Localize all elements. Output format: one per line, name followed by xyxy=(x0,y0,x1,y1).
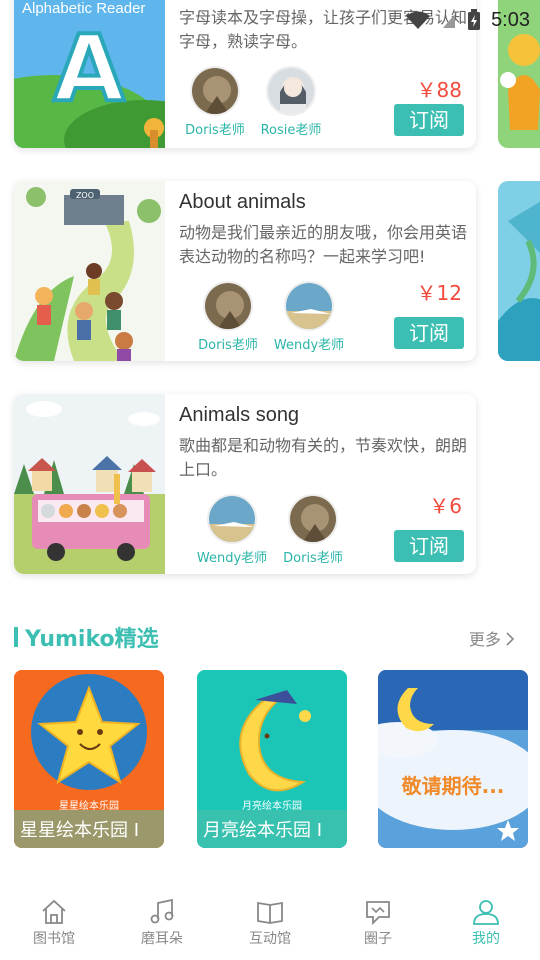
subscribe-button[interactable]: 订阅 xyxy=(394,104,464,136)
music-icon xyxy=(150,898,174,924)
svg-text:ZOO: ZOO xyxy=(76,191,94,200)
teacher-item[interactable]: Wendy老师 xyxy=(269,281,349,353)
course-thumbnail-zoo: ZOO xyxy=(14,181,165,361)
course-price: ￥12 xyxy=(416,281,462,305)
teacher-item[interactable]: Doris老师 xyxy=(188,281,268,353)
teacher-item[interactable]: Doris老师 xyxy=(175,66,255,138)
tab-listening[interactable]: 磨耳朵 xyxy=(108,892,216,960)
pick-caption: 星星绘本乐园 I xyxy=(14,810,164,848)
tab-label: 圈子 xyxy=(364,931,392,947)
pick-card-coming-soon[interactable]: 敬请期待... xyxy=(378,670,528,848)
wifi-icon xyxy=(406,11,431,29)
tab-label: 我的 xyxy=(472,931,500,947)
course-thumbnail-bus xyxy=(14,394,165,574)
teacher-item[interactable]: Wendy老师 xyxy=(192,494,272,566)
tab-circle[interactable]: 圈子 xyxy=(324,892,432,960)
course-price: ￥6 xyxy=(429,494,462,518)
course-description: 歌曲都是和动物有关的，节奏欢快，朗朗上口。 xyxy=(179,436,468,479)
avatar xyxy=(284,281,334,331)
section-accent-bar xyxy=(14,627,18,647)
svg-text:A: A xyxy=(53,15,124,122)
teacher-name: Wendy老师 xyxy=(196,551,268,566)
course-title: About animals xyxy=(179,191,306,213)
tab-library[interactable]: 图书馆 xyxy=(0,892,108,960)
status-time: 5:03 xyxy=(491,8,530,31)
avatar xyxy=(288,494,338,544)
thumb-title: Alphabetic Reader xyxy=(22,0,146,17)
chat-icon xyxy=(366,901,390,926)
more-label: 更多 xyxy=(468,630,501,649)
pick-card-star[interactable]: 星星绘本乐园 星星绘本乐园 I xyxy=(14,670,164,848)
tab-label: 互动馆 xyxy=(249,931,291,947)
screen: 5:03 A Alphabetic Reader 字母读本及字母操，让孩子们更容… xyxy=(0,0,540,960)
teacher-name: Rosie老师 xyxy=(260,123,322,138)
pick-banner: 敬请期待... xyxy=(401,774,505,798)
course-card[interactable]: Animals song 歌曲都是和动物有关的，节奏欢快，朗朗上口。 Wendy… xyxy=(14,394,476,574)
tab-interactive[interactable]: 互动馆 xyxy=(216,892,324,960)
signal-icon xyxy=(443,14,456,28)
section-title: Yumiko精选 xyxy=(25,627,159,652)
avatar xyxy=(190,66,240,116)
chevron-right-icon xyxy=(506,632,515,646)
avatar xyxy=(207,494,257,544)
course-description: 动物是我们最亲近的朋友哦，你会用英语表达动物的名称吗？一起来学习吧! xyxy=(179,223,468,266)
teacher-name: Doris老师 xyxy=(185,123,245,138)
teacher-name: Wendy老师 xyxy=(273,338,345,353)
subscribe-button[interactable]: 订阅 xyxy=(394,530,464,562)
teacher-name: Doris老师 xyxy=(283,551,343,566)
course-thumbnail-alphabet: A Alphabetic Reader xyxy=(14,0,165,148)
teacher-name: Doris老师 xyxy=(198,338,258,353)
teacher-item[interactable]: Doris老师 xyxy=(273,494,353,566)
home-icon xyxy=(42,899,66,924)
battery-icon xyxy=(468,9,481,30)
course-price: ￥88 xyxy=(416,78,462,102)
avatar xyxy=(203,281,253,331)
tab-mine[interactable]: 我的 xyxy=(432,892,540,960)
pick-caption: 月亮绘本乐园 I xyxy=(197,810,347,848)
tab-label: 磨耳朵 xyxy=(141,931,183,947)
next-card-peek[interactable] xyxy=(498,181,540,361)
bottom-tab-bar: 图书馆 磨耳朵 互动馆 圈子 我的 xyxy=(0,892,540,960)
tab-label: 图书馆 xyxy=(33,931,75,947)
course-card[interactable]: ZOO About animals 动物是我们最亲近的朋友哦，你会用英语表达动物… xyxy=(14,181,476,361)
user-icon xyxy=(473,900,499,925)
avatar xyxy=(266,66,316,116)
pick-card-moon[interactable]: 月亮绘本乐园 月亮绘本乐园 I xyxy=(197,670,347,848)
status-bar: 5:03 xyxy=(405,0,540,40)
subscribe-button[interactable]: 订阅 xyxy=(394,317,464,349)
book-icon xyxy=(257,901,283,924)
more-link[interactable]: 更多 xyxy=(468,626,515,650)
teacher-item[interactable]: Rosie老师 xyxy=(251,66,331,138)
course-title: Animals song xyxy=(179,404,300,426)
